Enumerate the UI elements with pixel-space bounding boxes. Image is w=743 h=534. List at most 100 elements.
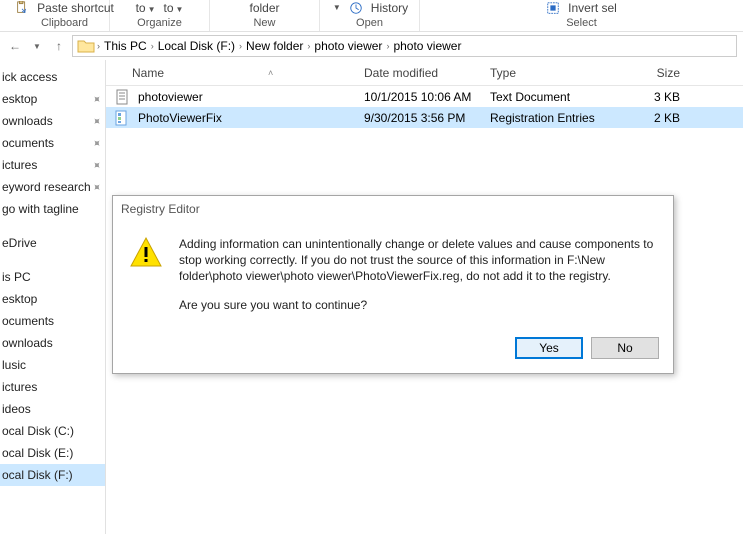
sidebar-item[interactable]: ideos [0,398,105,420]
sidebar-item[interactable]: go with tagline [0,198,105,220]
sidebar-item[interactable]: esktop [0,288,105,310]
nav-recent-chevron-icon[interactable]: ▼ [28,37,46,55]
sidebar-item[interactable]: eyword research✦ [0,176,105,198]
registry-editor-dialog: Registry Editor Adding information can u… [112,195,674,374]
ribbon-organize: to▼ to▼ Organize [110,0,210,31]
sidebar-item-label: ownloads [2,114,53,128]
sidebar-item[interactable]: ownloads ✦ [0,110,105,132]
pin-icon: ✦ [89,135,105,151]
yes-button[interactable]: Yes [515,337,583,359]
file-date: 9/30/2015 3:56 PM [356,111,482,125]
nav-up-button[interactable]: ↑ [50,37,68,55]
sidebar-item[interactable]: ownloads [0,332,105,354]
sidebar-item-label: ictures [2,380,37,394]
sidebar-item[interactable]: ocal Disk (C:) [0,420,105,442]
column-name[interactable]: Name ˄ [106,66,356,80]
pin-icon: ✦ [89,113,105,129]
ribbon: Paste shortcut Clipboard to▼ to▼ Organiz… [0,0,743,32]
crumb[interactable]: photo viewer [312,39,384,53]
sidebar-item-label: lusic [2,358,26,372]
chevron-down-icon: ▼ [148,5,156,14]
sidebar-item-label: ocal Disk (F:) [2,468,73,482]
sidebar-item-label: ick access [2,70,57,84]
address-bar: ← ▼ ↑ › This PC › Local Disk (F:) › New … [0,32,743,60]
new-folder-label[interactable]: folder [249,1,279,15]
file-icon [114,110,130,126]
sidebar-item-label: ocal Disk (E:) [2,446,73,460]
sidebar-item[interactable]: lusic [0,354,105,376]
breadcrumb[interactable]: › This PC › Local Disk (F:) › New folder… [72,35,737,57]
sidebar-item-label: esktop [2,92,37,106]
chevron-right-icon: › [384,41,391,51]
sidebar-item-label: ocal Disk (C:) [2,424,74,438]
nav-back-button[interactable]: ← [6,37,24,55]
file-size: 2 KB [618,111,688,125]
warning-icon [129,236,163,313]
ribbon-open: ▼ History Open [320,0,420,31]
sidebar-item-label: eyword research [2,180,91,194]
folder-icon [77,38,95,54]
sidebar-item-label: is PC [2,270,31,284]
select-section-label: Select [566,17,597,29]
sidebar-item[interactable]: ocal Disk (F:) [0,464,105,486]
sidebar-item-label: ideos [2,402,31,416]
new-section-label: New [253,17,275,29]
file-row[interactable]: photoviewer 10/1/2015 10:06 AMText Docume… [106,86,743,107]
clipboard-section-label: Clipboard [41,17,88,29]
move-to-label[interactable]: to▼ [136,1,156,15]
sidebar-item-label: ictures [2,158,37,172]
file-icon [114,89,130,105]
history-icon [349,1,363,15]
file-name: photoviewer [138,90,203,104]
ribbon-select: Invert sel Select [420,0,743,31]
sidebar-item[interactable]: eDrive [0,232,105,254]
copy-to-label[interactable]: to▼ [164,1,184,15]
pin-icon: ✦ [89,179,105,195]
column-size[interactable]: Size [618,66,688,80]
dialog-message: Adding information can unintentionally c… [179,236,657,313]
navigation-pane[interactable]: ick accessesktop✦ownloads✦ocuments✦ictur… [0,60,106,534]
no-button[interactable]: No [591,337,659,359]
dialog-title: Registry Editor [113,196,673,222]
file-row[interactable]: PhotoViewerFix 9/30/2015 3:56 PMRegistrat… [106,107,743,128]
crumb[interactable]: photo viewer [391,39,463,53]
history-label[interactable]: History [371,1,408,15]
file-name: PhotoViewerFix [138,111,222,125]
crumb[interactable]: Local Disk (F:) [156,39,237,53]
paste-shortcut-label[interactable]: Paste shortcut [37,1,114,15]
chevron-right-icon: › [305,41,312,51]
chevron-down-icon[interactable]: ▼ [333,3,341,12]
file-date: 10/1/2015 10:06 AM [356,90,482,104]
sidebar-item[interactable]: ictures [0,376,105,398]
sidebar-item[interactable]: ocal Disk (E:) [0,442,105,464]
sidebar-item-label: ownloads [2,336,53,350]
open-section-label: Open [356,17,383,29]
paste-shortcut-icon [15,1,29,15]
chevron-right-icon: › [95,41,102,51]
invert-selection-icon [546,1,560,15]
organize-section-label: Organize [137,17,182,29]
sidebar-item[interactable]: ictures ✦ [0,154,105,176]
chevron-down-icon: ▼ [176,5,184,14]
chevron-right-icon: › [237,41,244,51]
chevron-right-icon: › [149,41,156,51]
crumb[interactable]: This PC [102,39,149,53]
sort-indicator-icon: ˄ [268,68,273,78]
sidebar-item[interactable]: ocuments ✦ [0,132,105,154]
file-size: 3 KB [618,90,688,104]
invert-selection-label[interactable]: Invert sel [568,1,617,15]
sidebar-item[interactable]: esktop✦ [0,88,105,110]
sidebar-item[interactable]: ocuments [0,310,105,332]
file-type: Text Document [482,90,618,104]
sidebar-item-label: ocuments [2,136,54,150]
ribbon-new: folder New [210,0,320,31]
pin-icon: ✦ [89,157,105,173]
column-date[interactable]: Date modified [356,66,482,80]
crumb[interactable]: New folder [244,39,305,53]
file-type: Registration Entries [482,111,618,125]
sidebar-item[interactable]: ick access [0,66,105,88]
sidebar-item[interactable]: is PC [0,266,105,288]
sidebar-item-label: ocuments [2,314,54,328]
column-headers: Name ˄ Date modified Type Size [106,60,743,86]
column-type[interactable]: Type [482,66,618,80]
